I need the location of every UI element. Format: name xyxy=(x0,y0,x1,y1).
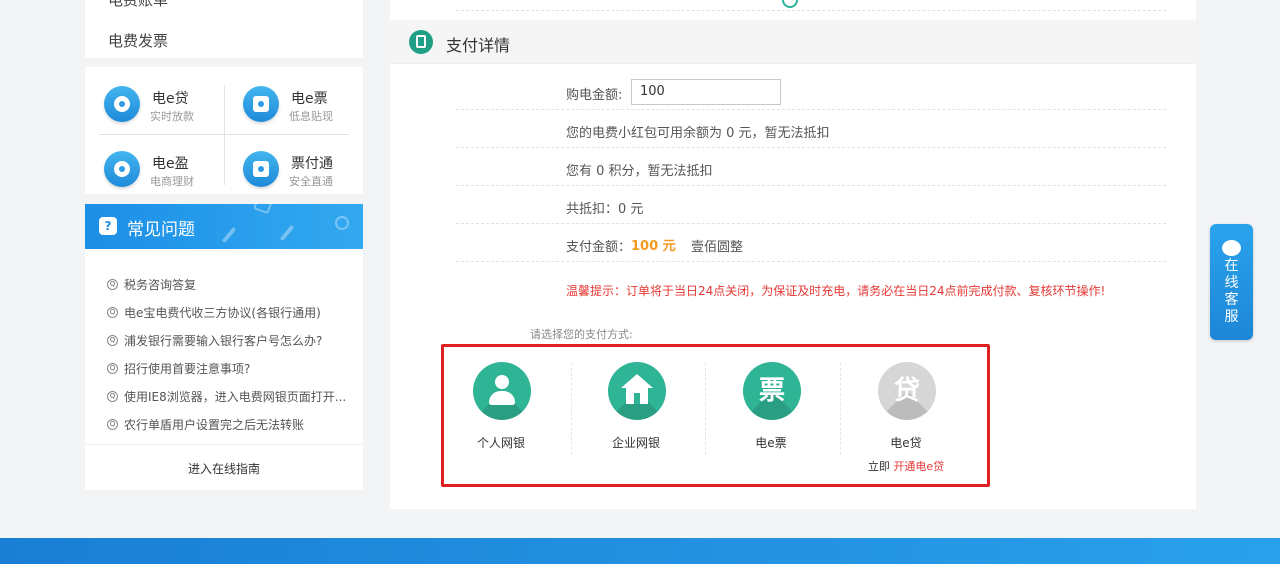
product-desc: 电商理财 xyxy=(150,175,194,188)
product-name: 电e贷 xyxy=(152,91,189,107)
product-desc: 实时放款 xyxy=(150,110,194,123)
question-icon: ? xyxy=(99,217,117,235)
pay-amount-words: 壹佰圆整 xyxy=(691,240,744,255)
footer-bar xyxy=(0,538,1280,564)
chat-bubble-icon xyxy=(1222,240,1241,256)
pencil-icon xyxy=(221,226,237,244)
product-dian-e-dai[interactable]: 电e贷 实时放款 xyxy=(104,86,224,130)
question-circle-icon: Q xyxy=(107,334,118,346)
product-dian-e-ying[interactable]: 电e盈 电商理财 xyxy=(104,151,224,195)
amount-row: 购电金额: xyxy=(456,72,1166,110)
method-label: 企业网银 xyxy=(611,436,660,450)
open-e-loan-link[interactable]: 开通电e贷 xyxy=(893,460,944,473)
finance-icon xyxy=(104,151,140,187)
payment-methods-box: 个人网银 企业网银 票 电e票 贷 电e贷 立即 开通电e贷 xyxy=(441,344,990,487)
pay-amount-label: 支付金额： xyxy=(566,240,632,255)
deduct-text: 共抵扣：0 元 xyxy=(566,202,644,217)
faq-item[interactable]: Q 使用IE8浏览器，进入电费网银页面打开... xyxy=(107,382,346,410)
method-label: 个人网银 xyxy=(476,436,525,450)
faq-item[interactable]: Q 浦发银行需要输入银行客户号怎么办? xyxy=(107,326,346,354)
pay-amount-row: 支付金额： xyxy=(456,224,1166,262)
warning-notice: 温馨提示：订单将于当日24点关闭，为保证及时充电，请务必在当日24点前完成付款、… xyxy=(566,284,1106,298)
question-circle-icon: Q xyxy=(107,418,118,430)
product-desc: 低息贴现 xyxy=(289,110,333,123)
method-corporate-bank[interactable]: 企业网银 xyxy=(576,347,710,484)
method-e-loan[interactable]: 贷 电e贷 立即 开通电e贷 xyxy=(846,347,980,484)
method-label: 电e贷 xyxy=(890,436,922,450)
sidebar-menu-card: 电费账单 电费发票 xyxy=(85,0,363,58)
points-row: 您有 0 积分，暂无法抵扣 xyxy=(456,148,1166,186)
loan-icon xyxy=(104,86,140,122)
loan-char-icon: 贷 xyxy=(878,362,936,420)
divider xyxy=(456,10,1166,11)
ticket-char-icon: 票 xyxy=(743,362,801,420)
document-icon xyxy=(409,30,433,54)
method-label: 电e票 xyxy=(755,436,787,450)
step-circle-icon xyxy=(782,0,798,8)
product-dian-e-piao[interactable]: 电e票 低息贴现 xyxy=(243,86,363,130)
online-service-label: 在线客服 xyxy=(1224,258,1239,325)
online-service-button[interactable]: 在线客服 xyxy=(1210,224,1253,340)
decor-icon xyxy=(253,204,273,215)
divider xyxy=(99,134,349,135)
question-circle-icon: Q xyxy=(107,390,118,402)
points-text: 您有 0 积分，暂无法抵扣 xyxy=(566,164,713,179)
decor-icon xyxy=(335,216,349,230)
deduct-row: 共抵扣：0 元 xyxy=(456,186,1166,224)
amount-input[interactable]: 100 xyxy=(631,79,781,105)
section-title: 支付详情 xyxy=(446,36,511,55)
question-circle-icon: Q xyxy=(107,278,118,290)
choose-method-label: 请选择您的支付方式: xyxy=(530,328,633,341)
faq-list: Q 税务咨询答复 Q 电e宝电费代收三方协议(各银行通用) Q 浦发银行需要输入银行客… xyxy=(107,270,346,438)
faq-title: 常见问题 xyxy=(127,220,195,240)
redpacket-row: 您的电费小红包可用余额为 0 元，暂无法抵扣 xyxy=(456,110,1166,148)
products-card: 电e贷 实时放款 电e票 低息贴现 电e盈 电商理财 票付通 安全直通 xyxy=(85,67,363,194)
house-icon xyxy=(608,362,666,420)
product-name: 电e盈 xyxy=(152,156,189,172)
product-piao-fu-tong[interactable]: 票付通 安全直通 xyxy=(243,151,363,195)
method-e-ticket[interactable]: 票 电e票 xyxy=(711,347,845,484)
payment-icon xyxy=(243,151,279,187)
online-guide-link[interactable]: 进入在线指南 xyxy=(85,460,363,477)
faq-item[interactable]: Q 电e宝电费代收三方协议(各银行通用) xyxy=(107,298,346,326)
divider xyxy=(85,444,363,445)
product-name: 票付通 xyxy=(291,156,333,172)
question-circle-icon: Q xyxy=(107,362,118,374)
ticket-icon xyxy=(243,86,279,122)
faq-item[interactable]: Q 招行使用首要注意事项? xyxy=(107,354,346,382)
section-header: 支付详情 xyxy=(390,20,1196,64)
faq-item[interactable]: Q 税务咨询答复 xyxy=(107,270,346,298)
redpacket-text: 您的电费小红包可用余额为 0 元，暂无法抵扣 xyxy=(566,126,830,141)
sidebar-item-bill[interactable]: 电费账单 xyxy=(108,0,168,10)
divider xyxy=(224,85,225,185)
product-name: 电e票 xyxy=(291,91,328,107)
method-personal-bank[interactable]: 个人网银 xyxy=(441,347,575,484)
faq-header: ? 常见问题 xyxy=(85,204,363,249)
pencil-icon xyxy=(279,224,295,242)
faq-card: ? 常见问题 Q 税务咨询答复 Q 电e宝电费代收三方协议(各银行通用) Q 浦发银行… xyxy=(85,204,363,490)
product-desc: 安全直通 xyxy=(289,175,333,188)
faq-item[interactable]: Q 农行单盾用户设置完之后无法转账 xyxy=(107,410,346,438)
person-icon xyxy=(473,362,531,420)
payment-panel: 支付详情 购电金额: 100 您的电费小红包可用余额为 0 元，暂无法抵扣 您有… xyxy=(390,0,1196,509)
question-circle-icon: Q xyxy=(107,306,118,318)
open-loan-text: 立即 开通电e贷 xyxy=(867,460,945,473)
pay-amount-value: 100 元 xyxy=(631,239,676,254)
amount-label: 购电金额: xyxy=(566,88,623,103)
sidebar-item-invoice[interactable]: 电费发票 xyxy=(108,30,168,51)
